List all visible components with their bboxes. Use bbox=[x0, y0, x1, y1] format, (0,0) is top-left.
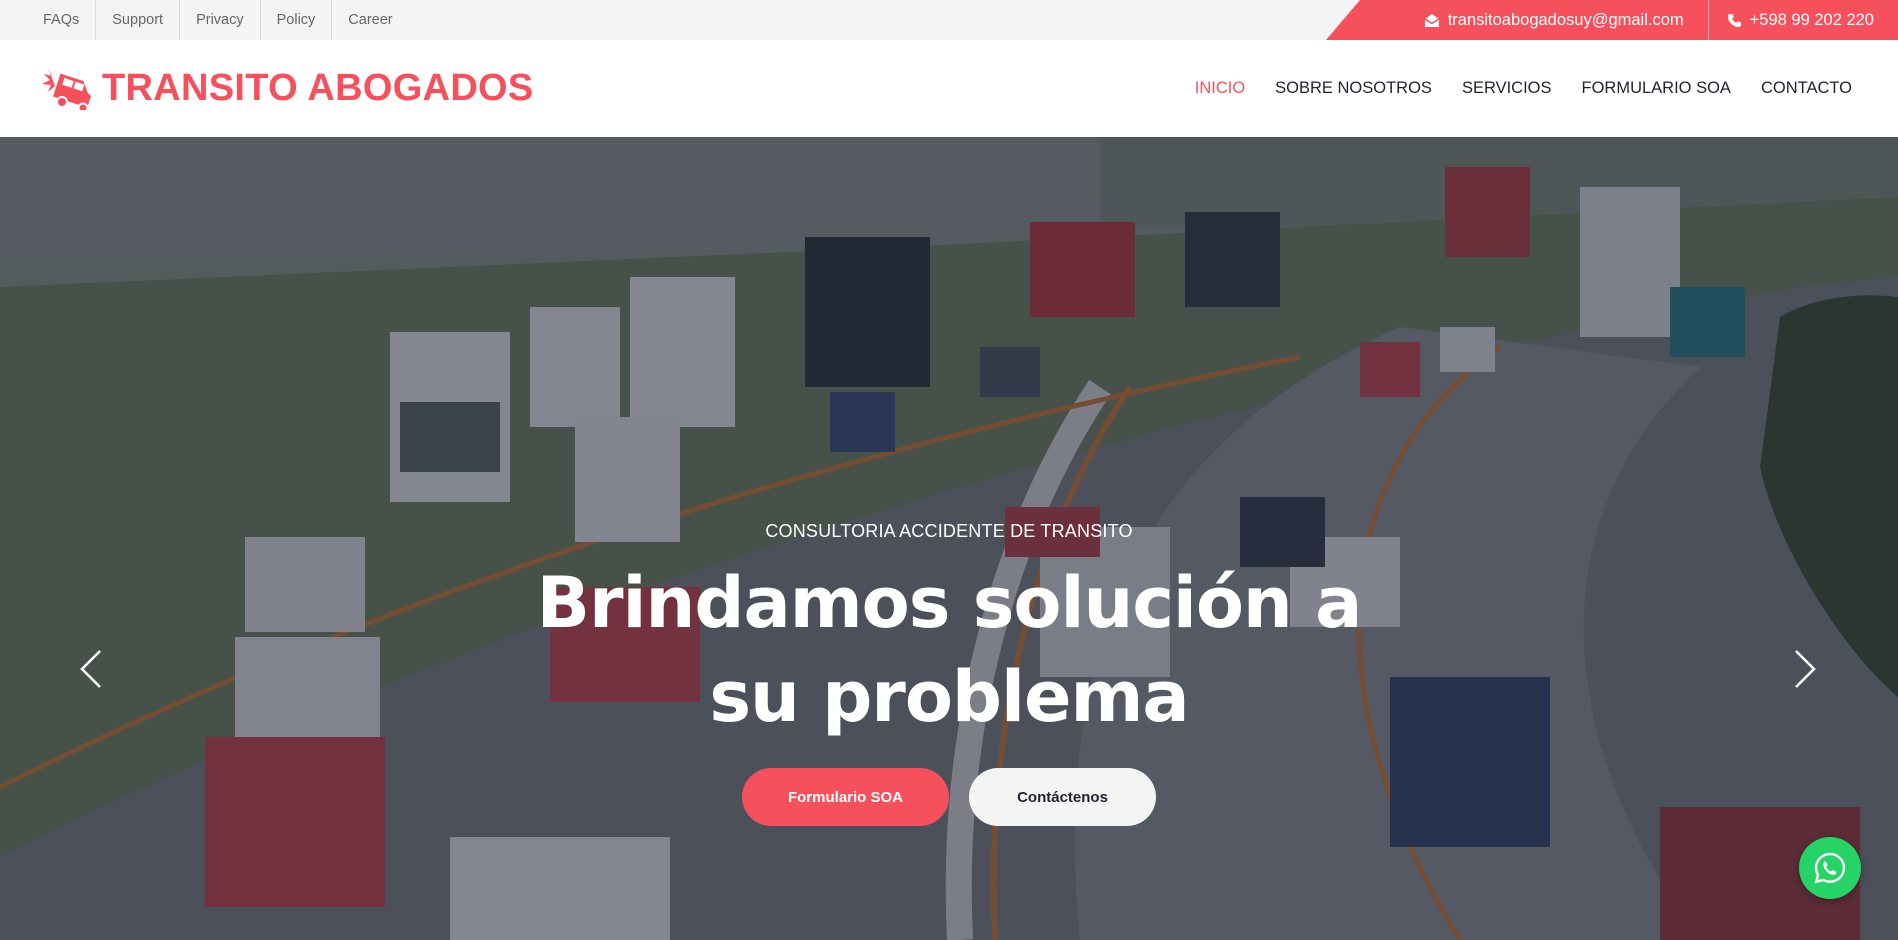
main-nav: INICIO SOBRE NOSOTROS SERVICIOS FORMULAR… bbox=[1165, 40, 1852, 137]
email-text: transitoabogadosuy@gmail.com bbox=[1447, 10, 1684, 29]
hero-carousel: CONSULTORIA ACCIDENTE DE TRANSITO Brinda… bbox=[0, 137, 1898, 940]
privacy-link[interactable]: Privacy bbox=[180, 0, 261, 40]
car-crash-icon bbox=[42, 68, 92, 110]
nav-formulario-soa[interactable]: FORMULARIO SOA bbox=[1582, 79, 1731, 98]
carousel-next-button[interactable] bbox=[1794, 649, 1816, 694]
contactenos-button[interactable]: Contáctenos bbox=[969, 768, 1156, 826]
contact-bar: transitoabogadosuy@gmail.com +598 99 202… bbox=[1326, 0, 1898, 40]
hero-content: CONSULTORIA ACCIDENTE DE TRANSITO Brinda… bbox=[0, 521, 1898, 826]
nav-sobre-nosotros[interactable]: SOBRE NOSOTROS bbox=[1275, 79, 1432, 98]
logo-text: TRANSITO ABOGADOS bbox=[102, 66, 534, 109]
hero-kicker: CONSULTORIA ACCIDENTE DE TRANSITO bbox=[765, 521, 1133, 541]
chevron-right-icon bbox=[1795, 650, 1816, 688]
policy-link[interactable]: Policy bbox=[261, 0, 333, 40]
phone-text: +598 99 202 220 bbox=[1749, 10, 1874, 29]
top-links: FAQs Support Privacy Policy Career bbox=[28, 0, 409, 40]
hero-title: Brindamos solución a su problema bbox=[536, 562, 1363, 738]
whatsapp-icon bbox=[1814, 852, 1846, 884]
envelope-icon bbox=[1424, 13, 1440, 27]
career-link[interactable]: Career bbox=[332, 0, 408, 40]
chevron-left-icon bbox=[80, 650, 101, 688]
formulario-soa-button[interactable]: Formulario SOA bbox=[742, 768, 949, 826]
nav-servicios[interactable]: SERVICIOS bbox=[1462, 79, 1552, 98]
email-contact[interactable]: transitoabogadosuy@gmail.com bbox=[1406, 0, 1708, 40]
whatsapp-button[interactable] bbox=[1799, 837, 1861, 899]
support-link[interactable]: Support bbox=[96, 0, 181, 40]
nav-inicio[interactable]: INICIO bbox=[1195, 79, 1245, 98]
nav-contacto[interactable]: CONTACTO bbox=[1761, 79, 1852, 98]
phone-icon bbox=[1727, 13, 1741, 27]
site-logo[interactable]: TRANSITO ABOGADOS bbox=[42, 66, 534, 110]
site-header: TRANSITO ABOGADOS INICIO SOBRE NOSOTROS … bbox=[0, 40, 1898, 137]
top-bar: FAQs Support Privacy Policy Career trans… bbox=[0, 0, 1898, 40]
hero-buttons: Formulario SOA Contáctenos bbox=[0, 768, 1898, 826]
phone-contact[interactable]: +598 99 202 220 bbox=[1709, 0, 1898, 40]
carousel-prev-button[interactable] bbox=[80, 649, 102, 694]
faqs-link[interactable]: FAQs bbox=[28, 0, 97, 40]
